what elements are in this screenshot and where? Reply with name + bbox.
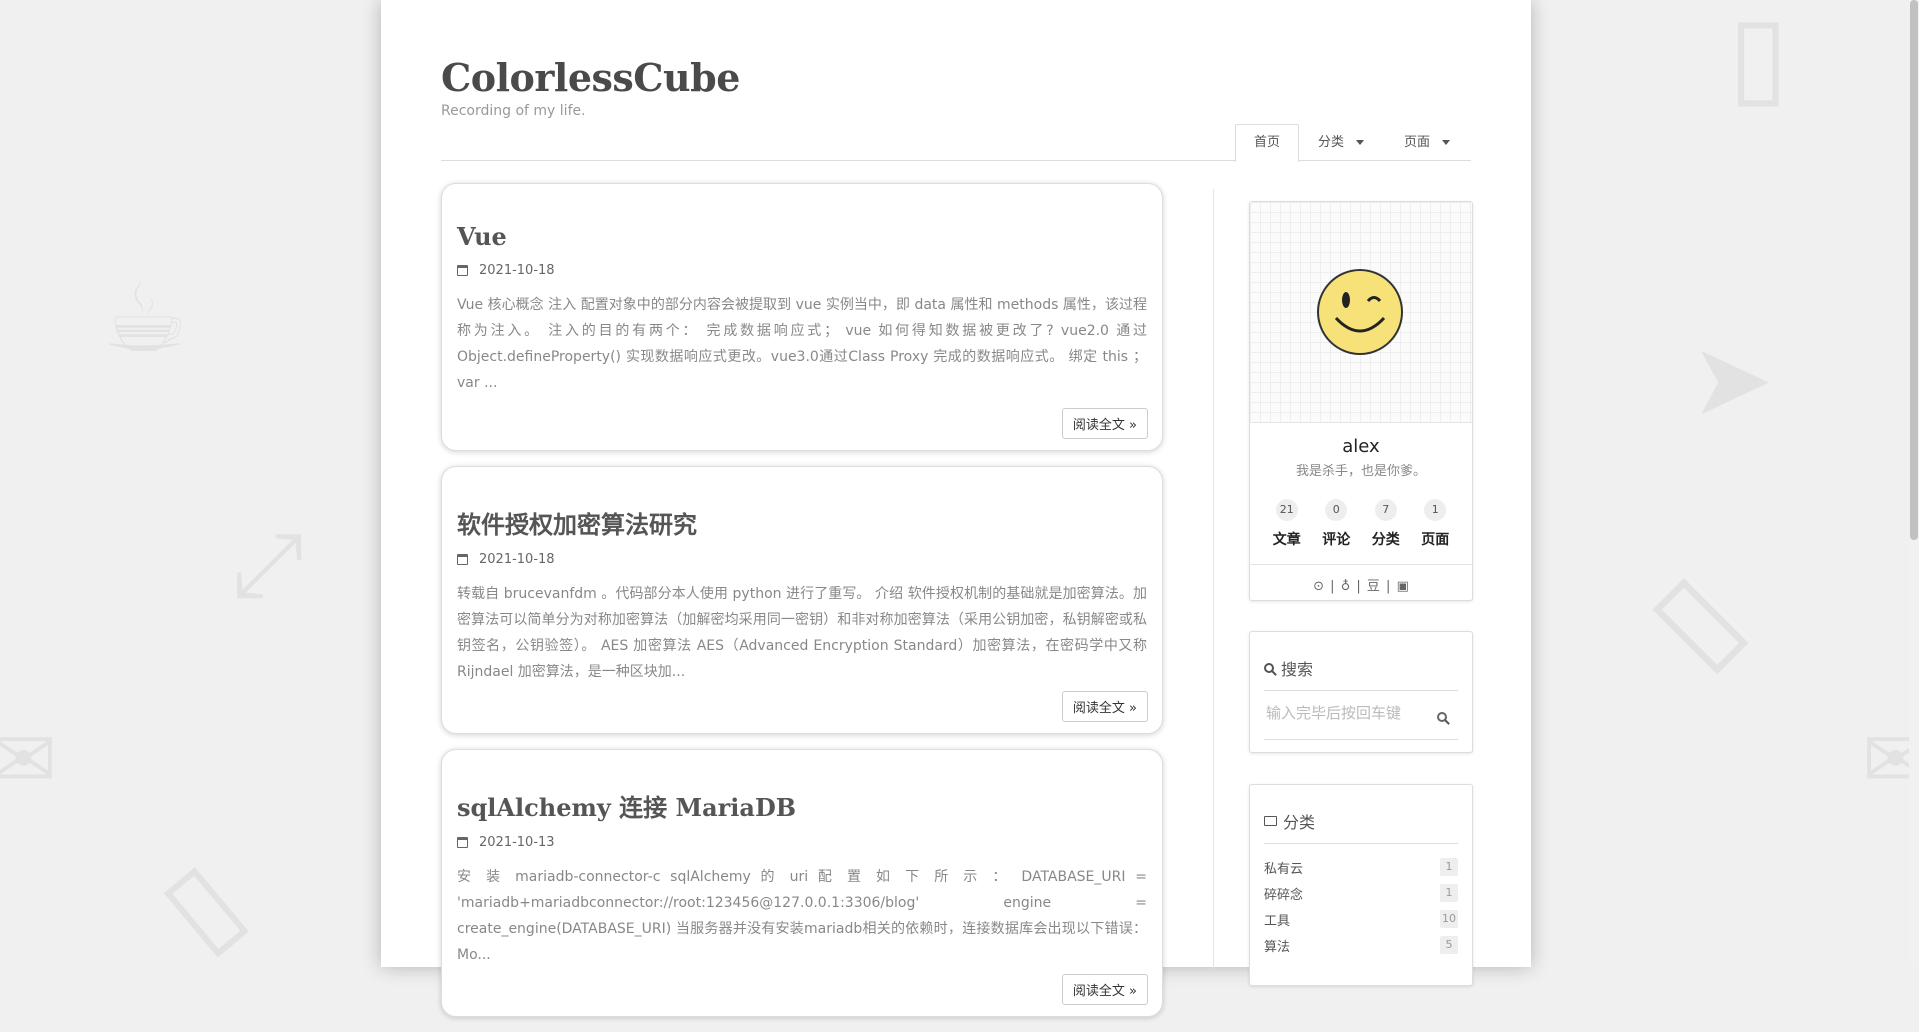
bg-coffee-icon: ☕ [102,262,189,374]
read-more-button[interactable]: 阅读全文 » [1061,691,1148,722]
nav-item-pages[interactable]: 页面 [1385,124,1471,161]
calendar-icon [457,265,468,276]
search-submit-icon[interactable] [1437,707,1454,726]
category-item[interactable]: 工具 10 [1264,906,1458,932]
page-scrollbar[interactable] [1909,0,1919,967]
bg-expand-icon: ⤢ [232,512,304,617]
smiley-avatar-icon [1317,269,1403,355]
nav-item-categories[interactable]: 分类 [1299,124,1385,161]
stat-label: 评论 [1322,532,1351,548]
stat-count: 0 [1325,499,1348,521]
search-panel-title: 搜索 [1264,656,1458,691]
github-icon[interactable]: ⊙ [1313,579,1324,594]
nav-item-home[interactable]: 首页 [1234,124,1299,162]
folder-icon [1264,816,1277,826]
category-name: 碎碎念 [1264,887,1304,903]
nav-item-label: 页面 [1403,135,1430,150]
stat-label: 分类 [1371,532,1400,548]
category-name: 算法 [1264,939,1291,955]
categories-title-text: 分类 [1283,813,1316,832]
site-stats: 21 文章 0 评论 7 分类 1 页面 [1262,498,1460,549]
bg-device-icon: ▭ [1617,530,1797,709]
post-excerpt: Vue 核心概念 注入 配置对象中的部分内容会被提取到 vue 实例当中，即 d… [457,297,1147,391]
bg-send-icon: ➤ [1690,321,1774,438]
main-nav: 首页 分类 页面 [1234,124,1471,162]
categories-panel-title: 分类 [1264,809,1458,844]
category-name: 私有云 [1264,861,1304,877]
search-title-text: 搜索 [1281,660,1314,679]
stat-comments[interactable]: 0 评论 [1322,498,1350,549]
social-links: ⊙ | ♁ | 豆 | ▣ [1250,564,1472,594]
caret-down-icon [1442,140,1450,145]
category-list: 私有云 1 碎碎念 1 工具 10 算法 5 [1264,854,1458,958]
caret-down-icon [1355,140,1364,145]
post-date: 2021-10-13 [457,835,1147,850]
stat-count: 21 [1275,499,1298,521]
stat-categories[interactable]: 7 分类 [1372,498,1400,549]
post-title[interactable]: Vue [457,184,1147,251]
bilibili-icon[interactable]: ▣ [1397,579,1409,594]
sidebar-divider [1213,189,1214,969]
category-name: 工具 [1264,913,1291,929]
post-excerpt: 转载自 brucevanfdm 。代码部分本人使用 python 进行了重写。 … [457,586,1147,680]
post-excerpt: 安 装 mariadb-connector-c sqlAlchemy 的 uri… [457,869,1147,963]
category-count: 5 [1440,936,1458,954]
calendar-icon [457,554,468,565]
post-title[interactable]: sqlAlchemy 连接 MariaDB [457,750,1147,823]
post-list: Vue 2021-10-18 Vue 核心概念 注入 配置对象中的部分内容会被提… [441,183,1163,1032]
stat-count: 7 [1374,499,1397,521]
search-icon [1264,663,1274,673]
post-title[interactable]: 软件授权加密算法研究 [457,467,1147,540]
category-item[interactable]: 算法 5 [1264,932,1458,958]
weibo-icon[interactable]: ♁ [1341,579,1351,594]
search-input[interactable] [1264,703,1438,723]
author-name: alex [1342,436,1380,457]
post-date-text: 2021-10-13 [479,835,555,850]
post-card: 软件授权加密算法研究 2021-10-18 转载自 brucevanfdm 。代… [441,466,1163,734]
post-date-text: 2021-10-18 [479,263,555,278]
search-panel: 搜索 [1249,631,1473,753]
author-motto: 我是杀手，也是你爹。 [1295,464,1426,479]
scrollbar-thumb[interactable] [1910,0,1918,540]
read-more-button[interactable]: 阅读全文 » [1061,408,1148,439]
page-container: ColorlessCube Recording of my life. 首页 分… [381,0,1531,1017]
search-icon [1437,712,1447,722]
read-more-button[interactable]: 阅读全文 » [1061,974,1148,1005]
category-item[interactable]: 碎碎念 1 [1264,880,1458,906]
bg-tablet-icon: ▯ [1728,0,1789,119]
douban-icon[interactable]: 豆 [1367,579,1380,594]
stat-posts[interactable]: 21 文章 [1273,498,1301,549]
post-card: sqlAlchemy 连接 MariaDB 2021-10-13 安 装 mar… [441,749,1163,1017]
post-date-text: 2021-10-18 [479,552,555,567]
profile-panel: alex 我是杀手，也是你爹。 21 文章 0 评论 7 分类 1 页面 ⊙ | ♁ |… [1249,201,1473,601]
category-item[interactable]: 私有云 1 [1264,854,1458,880]
category-count: 1 [1440,884,1458,902]
categories-panel: 分类 私有云 1 碎碎念 1 工具 10 算法 5 [1249,784,1473,986]
category-count: 1 [1440,858,1458,876]
bg-mail-icon: ✉ [0,713,58,806]
category-count: 10 [1440,910,1458,928]
post-date: 2021-10-18 [457,552,1147,567]
stat-label: 页面 [1421,532,1450,548]
post-card: Vue 2021-10-18 Vue 核心概念 注入 配置对象中的部分内容会被提… [441,183,1163,451]
post-date: 2021-10-18 [457,263,1147,278]
nav-item-label: 首页 [1253,135,1280,150]
nav-item-label: 分类 [1317,135,1344,150]
stat-count: 1 [1424,499,1447,521]
stat-label: 文章 [1272,532,1301,548]
site-title[interactable]: ColorlessCube [441,55,740,100]
site-subtitle: Recording of my life. [441,103,586,119]
calendar-icon [457,837,468,848]
stat-pages[interactable]: 1 页面 [1421,498,1449,549]
bg-phone-icon: ▯ [135,836,265,974]
search-row [1264,691,1458,740]
avatar[interactable] [1250,202,1472,423]
